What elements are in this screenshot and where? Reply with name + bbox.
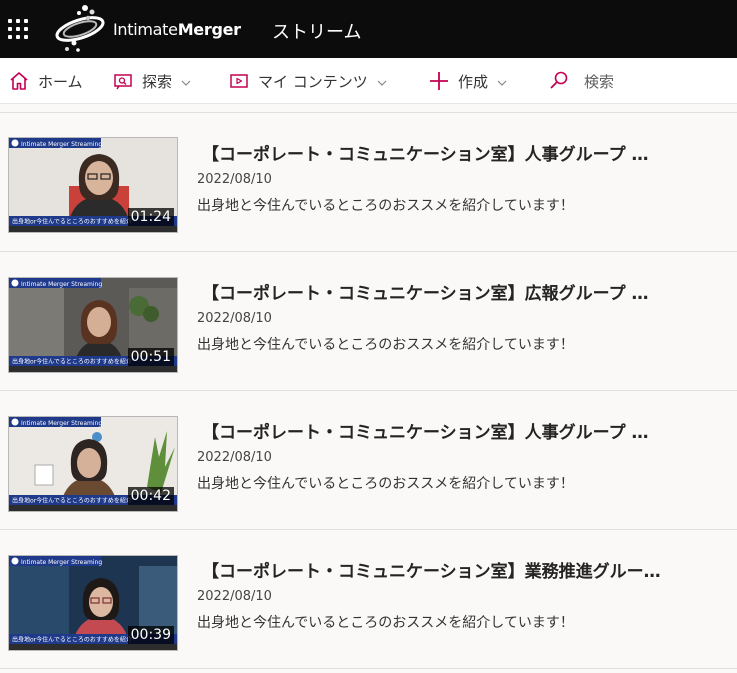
nav-create[interactable]: 作成 bbox=[428, 58, 508, 104]
company-logo-icon[interactable] bbox=[52, 3, 108, 55]
thumbnail-caption-text: 出身地or今住んでるところのおすすめを紹介 bbox=[12, 218, 132, 226]
top-bar: IntimateMerger ストリーム bbox=[0, 0, 737, 58]
video-date: 2022/08/10 bbox=[197, 311, 272, 326]
video-title[interactable]: 【コーポレート・コミュニケーション室】広報グループ … bbox=[202, 279, 697, 304]
thumbnail-banner-text: Intimate Merger Streaming bbox=[21, 141, 102, 148]
nav-my-content-label: マイ コンテンツ bbox=[258, 72, 368, 91]
plus-icon bbox=[428, 70, 450, 92]
video-thumbnail[interactable]: Intimate Merger Streaming 出身地or今住んでるところの… bbox=[8, 137, 178, 233]
video-date: 2022/08/10 bbox=[197, 172, 272, 187]
video-list: Intimate Merger Streaming 出身地or今住んでるところの… bbox=[0, 104, 737, 673]
nav-home-label: ホーム bbox=[38, 72, 83, 91]
thumbnail-caption-text: 出身地or今住んでるところのおすすめを紹介 bbox=[12, 636, 132, 644]
video-title[interactable]: 【コーポレート・コミュニケーション室】人事グループ … bbox=[202, 418, 697, 443]
duration-badge: 01:24 bbox=[127, 208, 174, 226]
duration-badge: 00:51 bbox=[127, 348, 174, 366]
video-thumbnail[interactable]: Intimate Merger Streaming 出身地or今住んでるところの… bbox=[8, 555, 178, 651]
chevron-down-icon bbox=[180, 75, 192, 87]
video-description: 出身地と今住んでいるところのおススメを紹介しています！ bbox=[197, 615, 574, 631]
app-launcher-icon[interactable] bbox=[8, 19, 28, 39]
duration-badge: 00:42 bbox=[127, 487, 174, 505]
nav-search[interactable]: 検索 bbox=[548, 58, 614, 104]
video-description: 出身地と今住んでいるところのおススメを紹介しています！ bbox=[197, 198, 574, 214]
nav-explore-label: 探索 bbox=[142, 72, 173, 91]
app-title[interactable]: ストリーム bbox=[272, 18, 361, 44]
brand-name-part2: Merger bbox=[177, 20, 241, 39]
video-thumbnail[interactable]: Intimate Merger Streaming 出身地or今住んでるところの… bbox=[8, 416, 178, 512]
search-icon bbox=[548, 70, 570, 92]
nav-my-content[interactable]: マイ コンテンツ bbox=[228, 58, 388, 104]
video-description: 出身地と今住んでいるところのおススメを紹介しています！ bbox=[197, 337, 574, 353]
nav-explore[interactable]: 探索 bbox=[112, 58, 192, 104]
video-title[interactable]: 【コーポレート・コミュニケーション室】人事グループ … bbox=[202, 140, 697, 165]
nav-home[interactable]: ホーム bbox=[8, 58, 83, 104]
video-description: 出身地と今住んでいるところのおススメを紹介しています！ bbox=[197, 476, 574, 492]
video-icon bbox=[228, 70, 250, 92]
chevron-down-icon bbox=[376, 75, 388, 87]
explore-icon bbox=[112, 70, 134, 92]
duration-badge: 00:39 bbox=[127, 626, 174, 644]
video-card[interactable]: Intimate Merger Streaming 出身地or今住んでるところの… bbox=[0, 391, 737, 530]
thumbnail-caption-text: 出身地or今住んでるところのおすすめを紹介 bbox=[12, 358, 132, 366]
video-card[interactable]: Intimate Merger Streaming 出身地or今住んでるところの… bbox=[0, 530, 737, 669]
brand-name[interactable]: IntimateMerger bbox=[113, 20, 241, 39]
search-label: 検索 bbox=[584, 72, 615, 91]
brand-name-part1: Intimate bbox=[113, 20, 178, 39]
video-card[interactable]: Intimate Merger Streaming 出身地or今住んでるところの… bbox=[0, 113, 737, 252]
thumbnail-caption-text: 出身地or今住んでるところのおすすめを紹介 bbox=[12, 497, 132, 505]
nav-create-label: 作成 bbox=[458, 72, 489, 91]
video-thumbnail[interactable]: Intimate Merger Streaming 出身地or今住んでるところの… bbox=[8, 277, 178, 373]
video-card[interactable]: Intimate Merger Streaming 出身地or今住んでるところの… bbox=[0, 252, 737, 391]
chevron-down-icon bbox=[496, 75, 508, 87]
video-date: 2022/08/10 bbox=[197, 589, 272, 604]
nav-bar: ホーム 探索 マイ コンテンツ 作成 検索 bbox=[0, 58, 737, 104]
home-icon bbox=[8, 70, 30, 92]
thumbnail-banner-text: Intimate Merger Streaming bbox=[21, 559, 102, 566]
thumbnail-banner-text: Intimate Merger Streaming bbox=[21, 281, 102, 288]
thumbnail-banner-text: Intimate Merger Streaming bbox=[21, 420, 102, 427]
video-date: 2022/08/10 bbox=[197, 450, 272, 465]
video-title[interactable]: 【コーポレート・コミュニケーション室】業務推進グルー… bbox=[202, 557, 697, 582]
